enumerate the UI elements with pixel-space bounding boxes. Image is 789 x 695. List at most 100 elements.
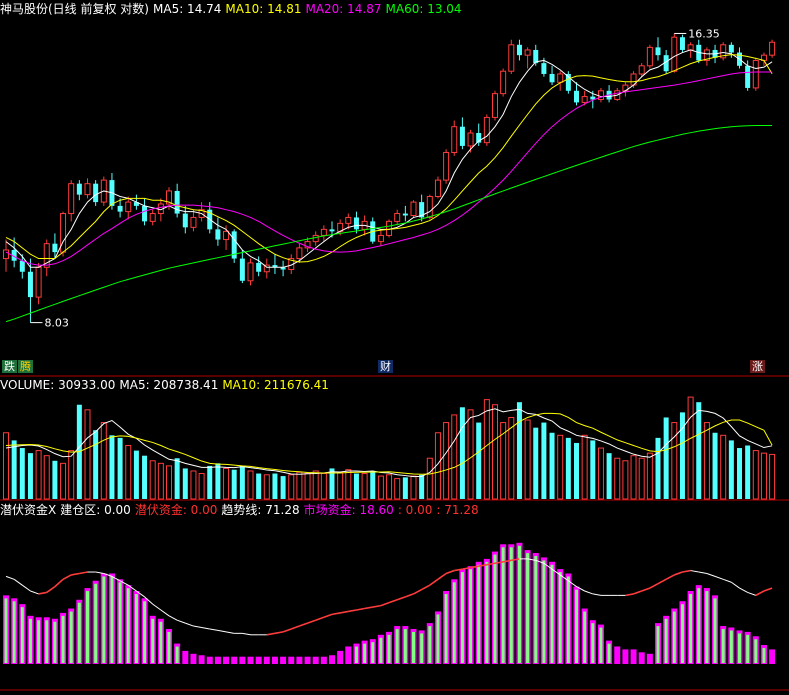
fund-bar bbox=[630, 649, 637, 664]
trend-line-segment bbox=[315, 616, 325, 621]
candle-body bbox=[541, 63, 547, 74]
fund-bar-core bbox=[387, 634, 391, 663]
trend-line-segment bbox=[79, 571, 88, 575]
indicator-label-0: 潜伏资金X bbox=[0, 503, 57, 517]
trend-line-segment bbox=[152, 603, 162, 611]
volume-bar bbox=[3, 432, 9, 500]
volume-bar bbox=[312, 470, 319, 500]
trend-line-segment bbox=[62, 574, 72, 581]
candle-body bbox=[296, 247, 303, 260]
volume-bar bbox=[443, 422, 450, 500]
candle-body bbox=[353, 217, 359, 230]
volume-bar bbox=[256, 473, 262, 499]
volume-bar bbox=[304, 473, 311, 500]
fund-bar-core bbox=[469, 569, 473, 663]
fund-bar-core bbox=[12, 601, 16, 663]
fund-bar bbox=[190, 653, 197, 664]
trend-line-segment bbox=[242, 632, 251, 636]
trend-line-segment bbox=[22, 584, 31, 592]
volume-bar bbox=[272, 473, 278, 499]
volume-bar bbox=[533, 427, 539, 499]
fund-bar-core bbox=[517, 545, 521, 663]
fund-bar-core bbox=[379, 637, 383, 663]
fund-bar bbox=[214, 656, 221, 664]
fund-bar-core bbox=[607, 643, 611, 663]
trend-line-segment bbox=[160, 609, 170, 617]
fund-bar bbox=[280, 656, 287, 664]
fund-bar-core bbox=[591, 623, 595, 663]
volume-bar bbox=[84, 409, 91, 500]
fund-bar bbox=[182, 650, 189, 664]
volume-bar bbox=[149, 460, 156, 500]
volume-bar bbox=[337, 471, 344, 500]
candle-body bbox=[35, 266, 42, 298]
fund-bar-core bbox=[746, 634, 750, 663]
volume-bar bbox=[100, 422, 107, 500]
tag-right: 涨 bbox=[750, 360, 765, 373]
trend-line-segment bbox=[723, 578, 732, 583]
volume-bar bbox=[190, 470, 197, 500]
fund-bar-core bbox=[501, 547, 505, 663]
candle-body bbox=[402, 213, 408, 216]
fund-bar-core bbox=[485, 561, 489, 663]
fund-bar-core bbox=[583, 611, 587, 663]
fund-bar bbox=[231, 656, 238, 664]
volume-bar bbox=[320, 473, 327, 500]
volume-bar bbox=[223, 467, 230, 500]
candle-body bbox=[394, 213, 401, 222]
trend-line-segment bbox=[657, 578, 667, 585]
candle-body bbox=[745, 65, 751, 88]
fund-bar-core bbox=[477, 564, 481, 663]
fund-bar-core bbox=[151, 618, 155, 663]
volume-bar bbox=[345, 469, 352, 500]
fund-bar bbox=[271, 656, 278, 664]
fund-bar-core bbox=[175, 646, 179, 663]
trend-line-segment bbox=[340, 610, 349, 614]
tag-mid: 财 bbox=[378, 360, 393, 373]
indicator-label-2: 潜伏资金: 0.00 bbox=[134, 503, 218, 517]
trend-line-segment bbox=[641, 587, 651, 592]
volume-bar bbox=[769, 453, 776, 500]
trend-line-segment bbox=[46, 585, 56, 594]
indicator-label-4: 市场资金: 18.60 bbox=[303, 503, 394, 517]
fund-bar-core bbox=[697, 588, 701, 663]
fund-bar-core bbox=[460, 572, 464, 663]
trend-line-segment bbox=[331, 612, 341, 616]
candle-body bbox=[223, 230, 230, 241]
trend-line-segment bbox=[71, 572, 80, 576]
trend-line-segment bbox=[356, 607, 365, 611]
candle-body bbox=[467, 132, 474, 147]
trend-line-segment bbox=[54, 578, 64, 588]
candle-body bbox=[671, 36, 678, 72]
trend-line-segment bbox=[682, 569, 691, 573]
fund-bar-core bbox=[729, 630, 733, 663]
fund-bar bbox=[337, 650, 344, 664]
fund-bar-core bbox=[134, 594, 138, 663]
volume-bar bbox=[581, 434, 588, 500]
fund-bar-core bbox=[28, 618, 32, 663]
fund-bar-core bbox=[689, 594, 693, 663]
candle-body bbox=[27, 271, 33, 298]
candle-body bbox=[434, 179, 441, 197]
candle-body bbox=[492, 93, 498, 118]
candle-body bbox=[215, 229, 221, 240]
ma-label-1: MA10: 14.81 bbox=[225, 2, 302, 16]
candle-body bbox=[500, 70, 507, 95]
fund-bar-core bbox=[509, 547, 513, 663]
fund-bar bbox=[304, 656, 311, 664]
volume-bar bbox=[60, 462, 67, 500]
trend-line-segment bbox=[380, 601, 390, 607]
volume-bar bbox=[737, 448, 742, 499]
volume-bar bbox=[239, 465, 245, 499]
volume-bar bbox=[687, 396, 694, 500]
fund-bar-core bbox=[754, 639, 758, 663]
candle-body bbox=[19, 260, 25, 272]
fund-bar-core bbox=[550, 564, 554, 663]
trend-line-segment bbox=[584, 590, 593, 595]
indicator-label-5: : 0.00 bbox=[397, 503, 433, 517]
candle-body bbox=[557, 73, 564, 83]
candle-body bbox=[687, 44, 694, 51]
volume-bar bbox=[451, 414, 458, 500]
volume-bar bbox=[35, 450, 42, 500]
candle-body bbox=[549, 73, 555, 83]
